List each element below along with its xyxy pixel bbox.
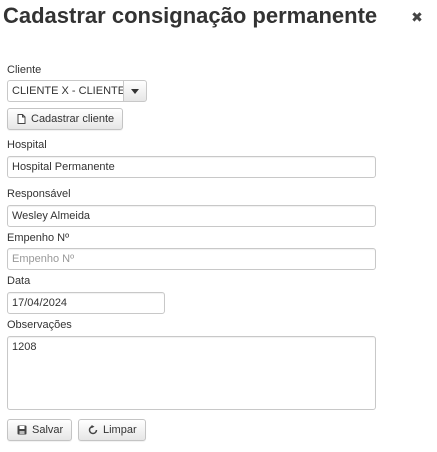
cliente-select[interactable]: CLIENTE X - CLIENTE: [7, 80, 147, 102]
hospital-label: Hospital: [7, 139, 47, 151]
data-input[interactable]: [7, 292, 165, 314]
observacoes-textarea[interactable]: 1208: [7, 336, 376, 410]
caret-down-icon: [131, 88, 139, 94]
cadastrar-cliente-label: Cadastrar cliente: [31, 113, 115, 125]
cliente-select-value: CLIENTE X - CLIENTE: [7, 80, 123, 102]
empenho-input[interactable]: [7, 248, 376, 270]
close-icon: ✖: [411, 9, 423, 25]
limpar-button[interactable]: Limpar: [78, 419, 146, 441]
empenho-label: Empenho Nº: [7, 232, 70, 244]
salvar-button[interactable]: Salvar: [7, 419, 73, 441]
data-label: Data: [7, 275, 31, 287]
observacoes-label: Observações: [7, 319, 72, 331]
refresh-icon: [88, 425, 98, 435]
cadastrar-cliente-button[interactable]: Cadastrar cliente: [7, 108, 124, 130]
responsavel-input[interactable]: [7, 205, 376, 227]
save-icon: [17, 425, 27, 435]
limpar-label: Limpar: [103, 424, 137, 436]
cliente-label: Cliente: [7, 64, 42, 76]
close-button[interactable]: ✖: [408, 8, 426, 26]
responsavel-label: Responsável: [7, 188, 71, 200]
dialog-title: Cadastrar consignação permanente: [3, 3, 378, 28]
new-file-icon: [17, 114, 26, 124]
hospital-input[interactable]: [7, 156, 376, 178]
cliente-select-toggle[interactable]: [123, 80, 147, 102]
salvar-label: Salvar: [32, 424, 64, 436]
